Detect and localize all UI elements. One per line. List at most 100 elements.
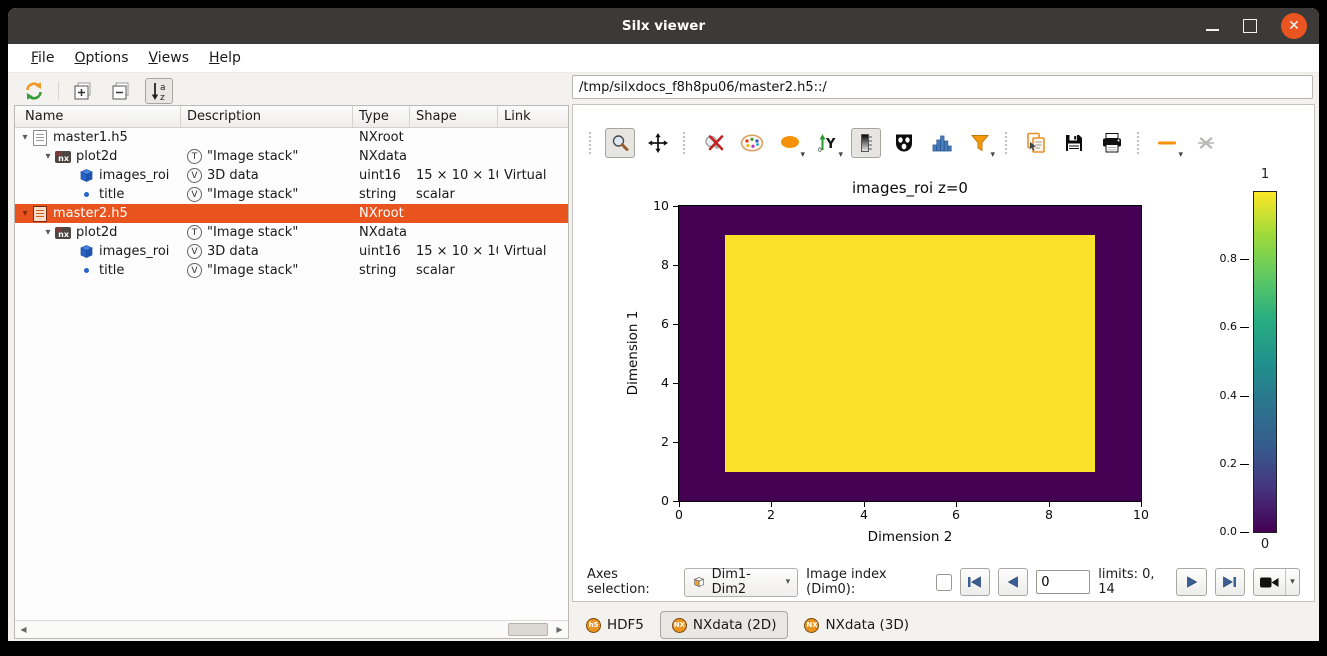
window-title: Silx viewer [622,18,705,34]
invert-y-axis-button[interactable]: Y 0 ▾ [813,128,843,158]
clear-profile-button[interactable] [1191,128,1221,158]
print-button[interactable] [1097,128,1127,158]
first-frame-button[interactable] [960,568,990,596]
tab-hdf5[interactable]: h5 HDF5 [574,611,656,639]
titlebar: Silx viewer ✕ [8,8,1319,44]
virtual-badge-icon: V [187,263,202,278]
menu-views[interactable]: Views [138,44,199,72]
column-header-shape[interactable]: Shape [410,106,498,127]
close-button[interactable]: ✕ [1281,13,1307,39]
scroll-right-icon[interactable]: ▶ [551,621,568,638]
tree-row-images-roi[interactable]: images_roi V3D data uint16 15 × 10 × 10 … [15,166,568,185]
axes-selection-label: Axes selection: [587,567,676,597]
x-tick-label: 6 [944,507,968,522]
svg-text:a: a [160,83,166,93]
scalar-dataset-icon [77,192,95,197]
tree-row-master1[interactable]: ▾ master1.h5 NXroot [15,128,568,147]
tree-row-plot2d[interactable]: ▾ nx plot2d T"Image stack" NXdata [15,147,568,166]
column-header-type[interactable]: Type [353,106,410,127]
toolbar-drag-handle[interactable] [683,132,689,154]
title-badge-icon: T [187,149,202,164]
mask-tool-button[interactable] [889,128,919,158]
axes-selection-value: Dim1-Dim2 [712,567,778,597]
scrollbar-thumb[interactable] [508,623,548,636]
video-camera-icon [1259,575,1280,590]
tree-row-master2-selected[interactable]: ▾ master2.h5 NXroot [15,204,568,223]
histogram-button[interactable] [927,128,957,158]
dropdown-caret-icon: ▾ [800,150,805,160]
tree-row-title[interactable]: title V"Image stack" string scalar [15,185,568,204]
dataset-path-input[interactable] [572,75,1313,99]
first-frame-icon [967,576,982,588]
colorbar-tick-label: 0.4 [1203,389,1237,402]
next-frame-icon [1186,576,1198,588]
chevron-down-icon[interactable]: ▾ [1285,569,1299,595]
horizontal-scrollbar[interactable]: ◀ ▶ [15,620,568,638]
toolbar-drag-handle[interactable] [1005,132,1011,154]
colorbar-toggle-button[interactable] [851,128,881,158]
heatmap-image[interactable] [679,206,1141,501]
cube-icon [692,574,706,590]
scroll-left-icon[interactable]: ◀ [15,621,32,638]
x-tick-label: 4 [852,507,876,522]
aspect-ratio-button[interactable]: ▾ [775,128,805,158]
expand-arrow-icon[interactable]: ▾ [42,227,54,238]
toolbar-drag-handle[interactable] [589,132,595,154]
reset-zoom-button[interactable] [699,128,729,158]
plot-title: images_roi z=0 [679,179,1141,197]
menu-options[interactable]: Options [64,44,138,72]
minimize-button[interactable] [1206,29,1219,31]
virtual-badge-icon: V [187,168,202,183]
profile-line-icon [1157,133,1179,153]
next-frame-button[interactable] [1176,568,1206,596]
colormap-button[interactable] [737,128,767,158]
window-controls: ✕ [1206,8,1307,44]
column-header-name[interactable]: Name [15,106,181,127]
toolbar-drag-handle[interactable] [1137,132,1143,154]
colorbar-tick-label: 0.8 [1203,252,1237,265]
axes-selection-combo[interactable]: Dim1-Dim2 ▾ [684,568,798,597]
last-frame-button[interactable] [1215,568,1245,596]
colorbar-icon [859,133,873,153]
sort-button[interactable]: a z [145,78,173,104]
y-tick-label: 10 [639,198,669,213]
tab-nxdata-3d[interactable]: NX NXdata (3D) [792,611,921,639]
image-index-checkbox[interactable] [936,574,952,591]
filter-button[interactable]: ▾ [965,128,995,158]
frame-index-input[interactable] [1036,570,1090,594]
tree-row-title[interactable]: title V"Image stack" string scalar [15,261,568,280]
save-button[interactable] [1059,128,1089,158]
zoom-mode-button[interactable] [605,128,635,158]
colorbar-gradient[interactable] [1253,191,1277,533]
nx-badge-icon: NX [804,618,819,633]
profile-tool-button[interactable]: ▾ [1153,128,1183,158]
expand-arrow-icon[interactable]: ▾ [19,208,31,219]
dropdown-caret-icon: ▾ [1178,150,1183,160]
column-header-link[interactable]: Link [498,106,568,127]
scrollbar-track[interactable] [32,621,551,638]
roi-region [725,235,1095,472]
refresh-button[interactable] [20,78,48,104]
maximize-button[interactable] [1243,19,1257,33]
h5-badge-icon: h5 [586,618,601,633]
pan-mode-button[interactable] [643,128,673,158]
expand-all-button[interactable] [69,78,97,104]
menu-file[interactable]: File [21,44,64,72]
silx-viewer-window: Silx viewer ✕ File Options Views Help [8,8,1319,641]
y-tick-label: 4 [639,375,669,390]
column-header-description[interactable]: Description [181,106,353,127]
refresh-icon [24,81,44,101]
copy-icon [1025,132,1047,154]
expand-arrow-icon[interactable]: ▾ [19,132,31,143]
last-frame-icon [1222,576,1237,588]
tree-row-plot2d[interactable]: ▾ nx plot2d T"Image stack" NXdata [15,223,568,242]
expand-arrow-icon[interactable]: ▾ [42,151,54,162]
copy-button[interactable] [1021,128,1051,158]
tree-header: Name Description Type Shape Link [15,106,568,128]
tree-row-images-roi[interactable]: images_roi V3D data uint16 15 × 10 × 10 … [15,242,568,261]
collapse-all-button[interactable] [107,78,135,104]
previous-frame-button[interactable] [998,568,1028,596]
tab-nxdata-2d[interactable]: NX NXdata (2D) [660,611,789,639]
play-movie-button[interactable]: ▾ [1253,568,1300,596]
menu-help[interactable]: Help [199,44,251,72]
